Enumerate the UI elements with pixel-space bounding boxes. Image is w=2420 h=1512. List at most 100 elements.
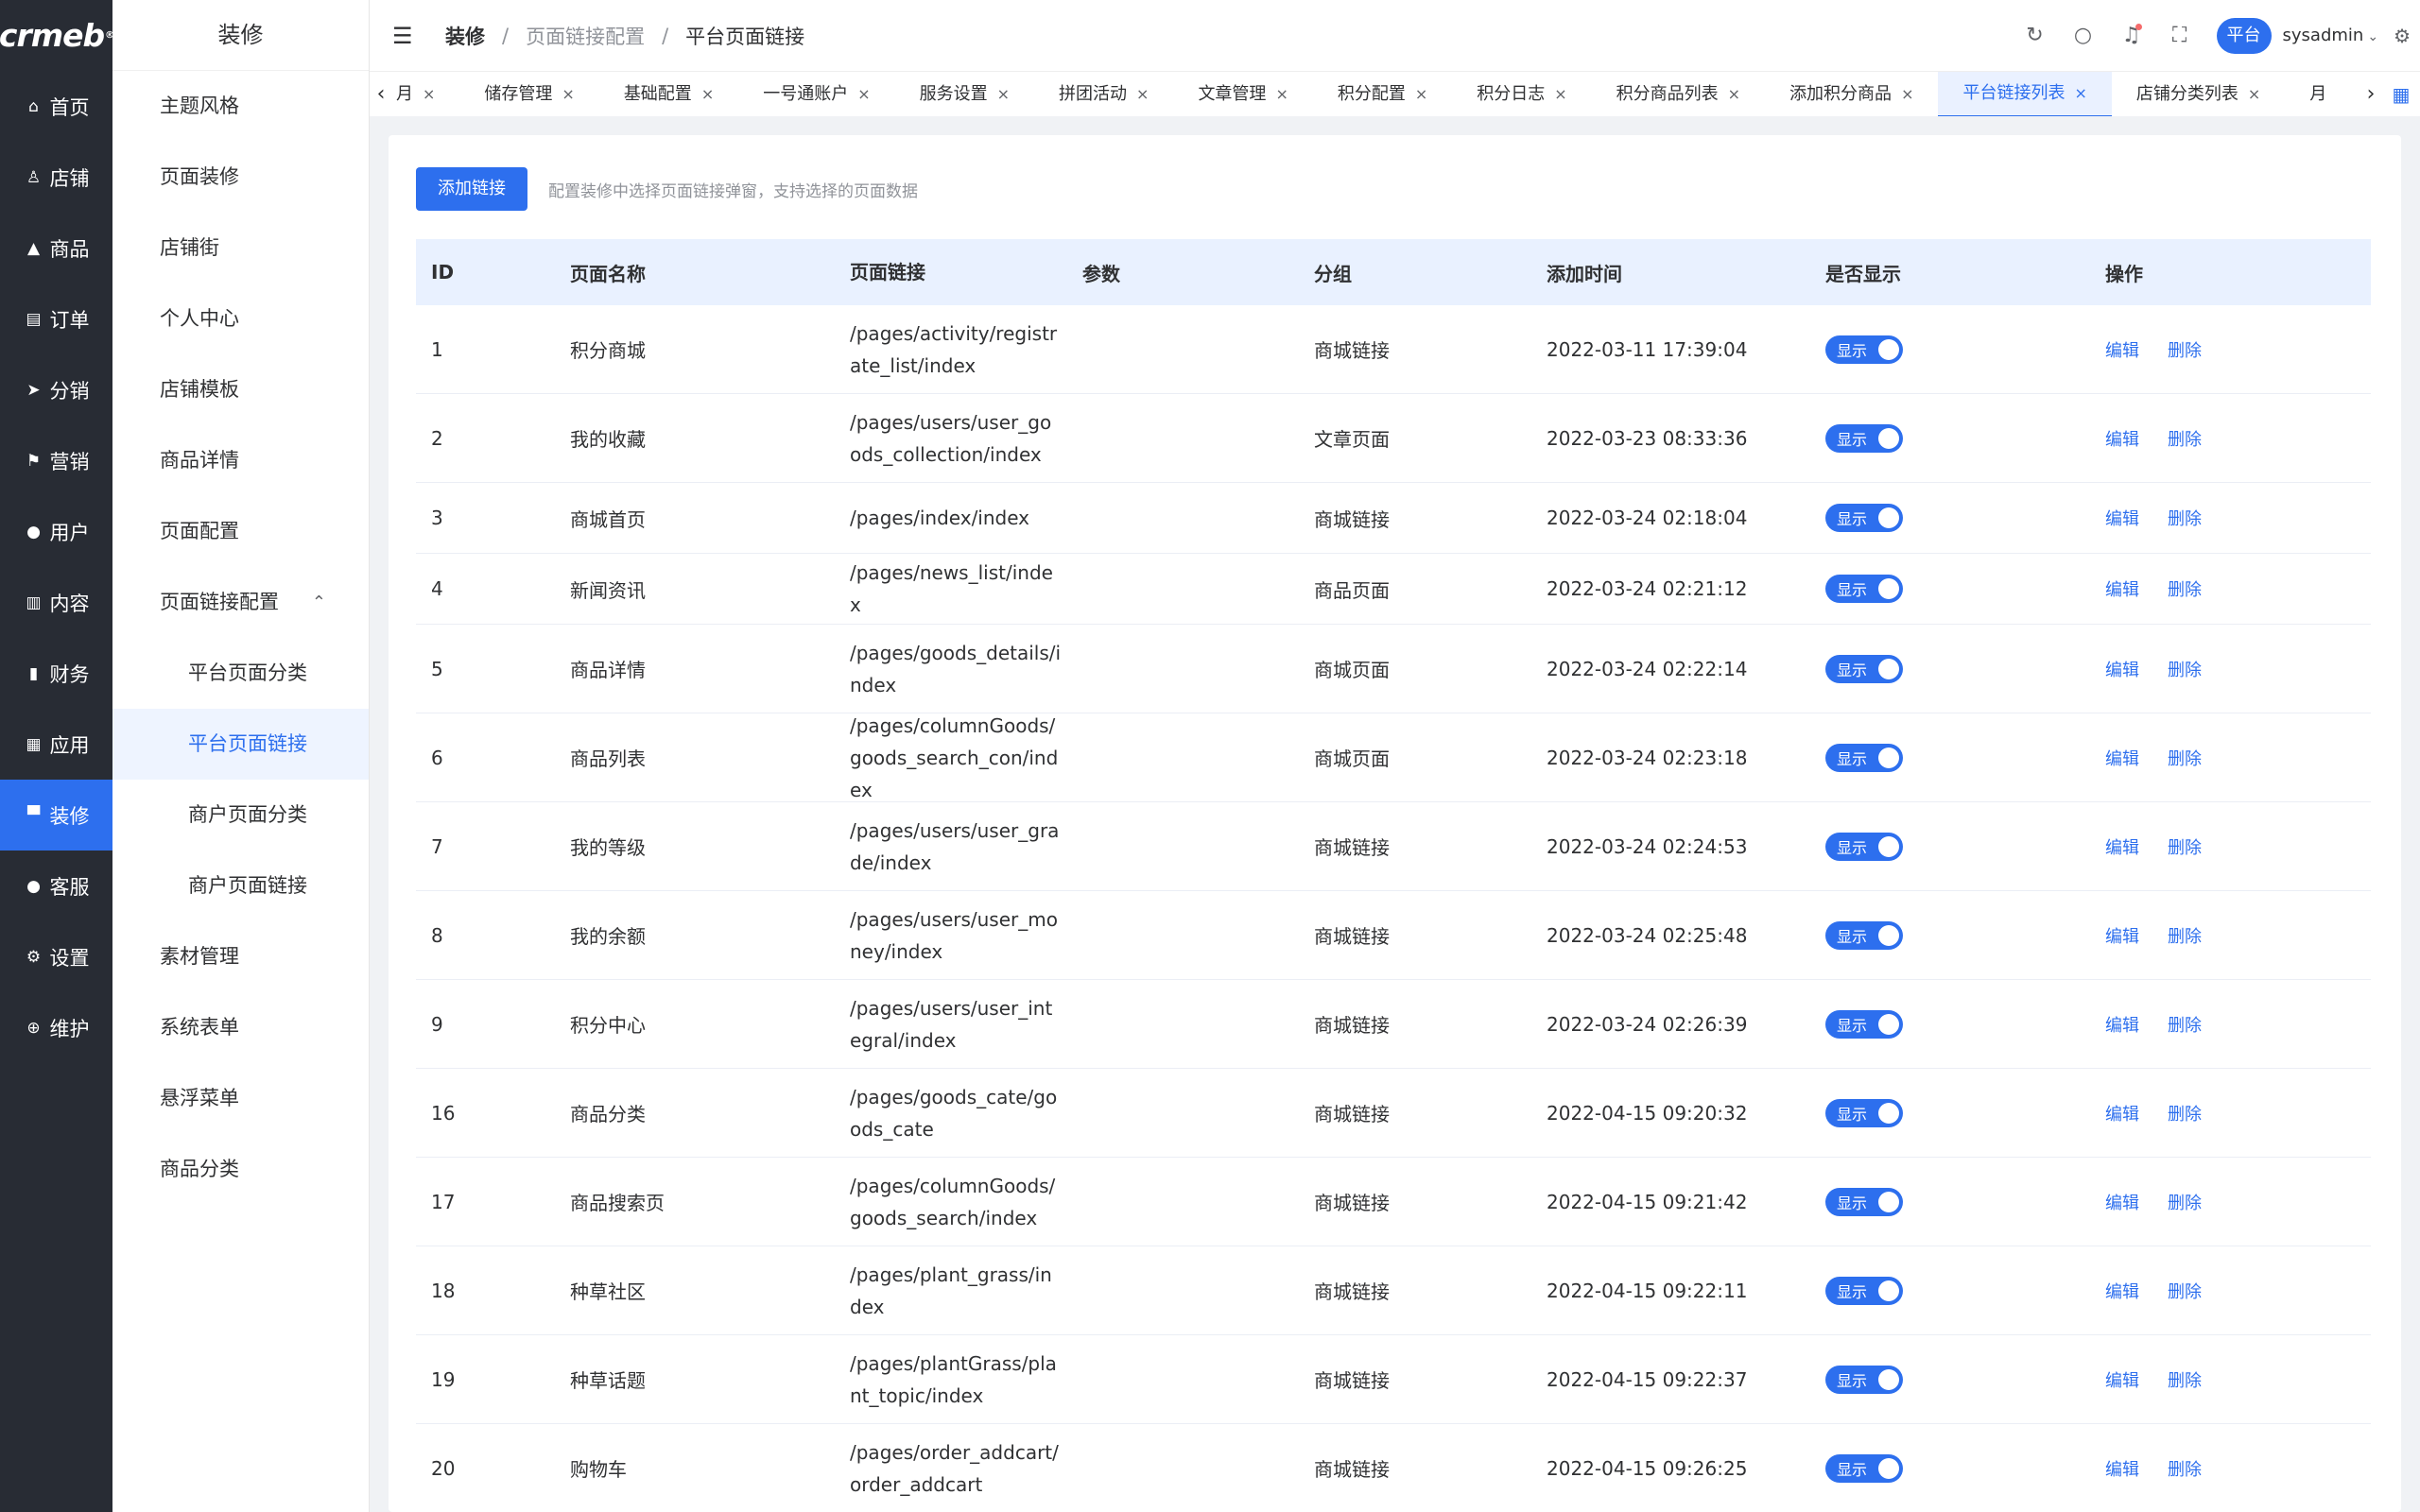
tab[interactable]: 店铺分类列表 ×	[2112, 72, 2285, 116]
chevron-left-icon[interactable]: ‹	[370, 82, 392, 106]
edit-link[interactable]: 编辑	[2105, 1012, 2139, 1037]
nav-item[interactable]: ⌂ 首页	[0, 71, 112, 142]
bell-icon[interactable]: ♫	[2116, 24, 2148, 47]
submenu-item[interactable]: 主题风格	[112, 71, 369, 142]
close-icon[interactable]: ×	[1415, 72, 1427, 116]
show-toggle[interactable]: 显示	[1825, 423, 1903, 453]
submenu-item[interactable]: 悬浮菜单	[112, 1063, 369, 1134]
delete-link[interactable]: 删除	[2168, 1101, 2202, 1125]
tab[interactable]: 积分日志 ×	[1452, 72, 1591, 116]
show-toggle[interactable]: 显示	[1825, 832, 1903, 861]
delete-link[interactable]: 删除	[2168, 1279, 2202, 1303]
menu-toggle-icon[interactable]: ☰	[392, 23, 421, 49]
close-icon[interactable]: ×	[701, 72, 714, 116]
tab[interactable]: 积分商品列表 ×	[1592, 72, 1765, 116]
nav-item[interactable]: ▦ 应用	[0, 709, 112, 780]
close-icon[interactable]: ×	[1901, 72, 1913, 116]
close-icon[interactable]: ×	[2074, 72, 2086, 116]
delete-link[interactable]: 删除	[2168, 506, 2202, 530]
tab[interactable]: 月 ×	[392, 72, 459, 116]
fullscreen-icon[interactable]: ⛶	[2164, 24, 2196, 47]
edit-link[interactable]: 编辑	[2105, 657, 2139, 681]
submenu-item[interactable]: 系统表单	[112, 992, 369, 1063]
edit-link[interactable]: 编辑	[2105, 1101, 2139, 1125]
tab[interactable]: 平台链接列表 ×	[1938, 72, 2112, 116]
nav-item[interactable]: ▲ 商品	[0, 213, 112, 284]
tab[interactable]: 拼团活动 ×	[1034, 72, 1173, 116]
submenu-item[interactable]: 素材管理	[112, 921, 369, 992]
tab[interactable]: 文章管理 ×	[1173, 72, 1312, 116]
submenu-item[interactable]: 页面链接配置 ⌃	[112, 567, 369, 638]
delete-link[interactable]: 删除	[2168, 337, 2202, 362]
delete-link[interactable]: 删除	[2168, 1012, 2202, 1037]
close-icon[interactable]: ×	[857, 72, 870, 116]
edit-link[interactable]: 编辑	[2105, 1190, 2139, 1214]
grid-icon[interactable]: ▦	[2382, 83, 2420, 106]
nav-item[interactable]: ♙ 店铺	[0, 142, 112, 213]
show-toggle[interactable]: 显示	[1825, 335, 1903, 364]
submenu-item[interactable]: 个人中心	[112, 284, 369, 354]
delete-link[interactable]: 删除	[2168, 576, 2202, 601]
submenu-item[interactable]: 商户页面链接	[112, 850, 369, 921]
edit-link[interactable]: 编辑	[2105, 337, 2139, 362]
edit-link[interactable]: 编辑	[2105, 1279, 2139, 1303]
gear-icon[interactable]: ⚙	[2394, 25, 2411, 47]
breadcrumb-item[interactable]: 页面链接配置	[526, 22, 645, 50]
delete-link[interactable]: 删除	[2168, 1190, 2202, 1214]
delete-link[interactable]: 删除	[2168, 834, 2202, 859]
nav-item[interactable]: ⊕ 维护	[0, 992, 112, 1063]
tab[interactable]: 添加积分商品 ×	[1765, 72, 1938, 116]
delete-link[interactable]: 删除	[2168, 746, 2202, 770]
show-toggle[interactable]: 显示	[1825, 1365, 1903, 1394]
nav-item[interactable]: ▥ 内容	[0, 567, 112, 638]
add-link-button[interactable]: 添加链接	[416, 167, 527, 211]
nav-item[interactable]: ● 用户	[0, 496, 112, 567]
search-icon[interactable]: ○	[2067, 24, 2100, 47]
nav-item[interactable]: ⚙ 设置	[0, 921, 112, 992]
nav-item[interactable]: ➤ 分销	[0, 354, 112, 425]
show-toggle[interactable]: 显示	[1825, 1009, 1903, 1039]
edit-link[interactable]: 编辑	[2105, 746, 2139, 770]
platform-badge[interactable]: 平台	[2216, 17, 2272, 54]
submenu-item[interactable]: 平台页面链接	[112, 709, 369, 780]
close-icon[interactable]: ×	[423, 72, 435, 116]
show-toggle[interactable]: 显示	[1825, 504, 1903, 532]
edit-link[interactable]: 编辑	[2105, 834, 2139, 859]
submenu-item[interactable]: 商户页面分类	[112, 780, 369, 850]
submenu-item[interactable]: 平台页面分类	[112, 638, 369, 709]
edit-link[interactable]: 编辑	[2105, 923, 2139, 948]
delete-link[interactable]: 删除	[2168, 1456, 2202, 1481]
refresh-icon[interactable]: ↻	[2019, 24, 2051, 47]
delete-link[interactable]: 删除	[2168, 1367, 2202, 1392]
edit-link[interactable]: 编辑	[2105, 506, 2139, 530]
close-icon[interactable]: ×	[1554, 72, 1566, 116]
show-toggle[interactable]: 显示	[1825, 920, 1903, 950]
delete-link[interactable]: 删除	[2168, 657, 2202, 681]
tab[interactable]: 月	[2285, 72, 2351, 116]
nav-item[interactable]: ▀ 装修	[0, 780, 112, 850]
user-menu[interactable]: sysadmin ⌄	[2283, 26, 2379, 45]
close-icon[interactable]: ×	[2248, 72, 2260, 116]
submenu-item[interactable]: 页面配置	[112, 496, 369, 567]
chevron-right-icon[interactable]: ›	[2360, 82, 2382, 106]
edit-link[interactable]: 编辑	[2105, 426, 2139, 451]
close-icon[interactable]: ×	[1275, 72, 1288, 116]
tab[interactable]: 服务设置 ×	[895, 72, 1034, 116]
submenu-item[interactable]: 店铺模板	[112, 354, 369, 425]
delete-link[interactable]: 删除	[2168, 923, 2202, 948]
close-icon[interactable]: ×	[1728, 72, 1740, 116]
nav-item[interactable]: ▤ 订单	[0, 284, 112, 354]
close-icon[interactable]: ×	[997, 72, 1010, 116]
tab[interactable]: 储存管理 ×	[459, 72, 598, 116]
logo[interactable]: crmeb ®	[0, 0, 114, 71]
tab[interactable]: 积分配置 ×	[1313, 72, 1452, 116]
show-toggle[interactable]: 显示	[1825, 1187, 1903, 1216]
show-toggle[interactable]: 显示	[1825, 1453, 1903, 1483]
show-toggle[interactable]: 显示	[1825, 1276, 1903, 1305]
delete-link[interactable]: 删除	[2168, 426, 2202, 451]
edit-link[interactable]: 编辑	[2105, 1367, 2139, 1392]
show-toggle[interactable]: 显示	[1825, 575, 1903, 603]
close-icon[interactable]: ×	[1136, 72, 1149, 116]
edit-link[interactable]: 编辑	[2105, 576, 2139, 601]
nav-item[interactable]: ▮ 财务	[0, 638, 112, 709]
